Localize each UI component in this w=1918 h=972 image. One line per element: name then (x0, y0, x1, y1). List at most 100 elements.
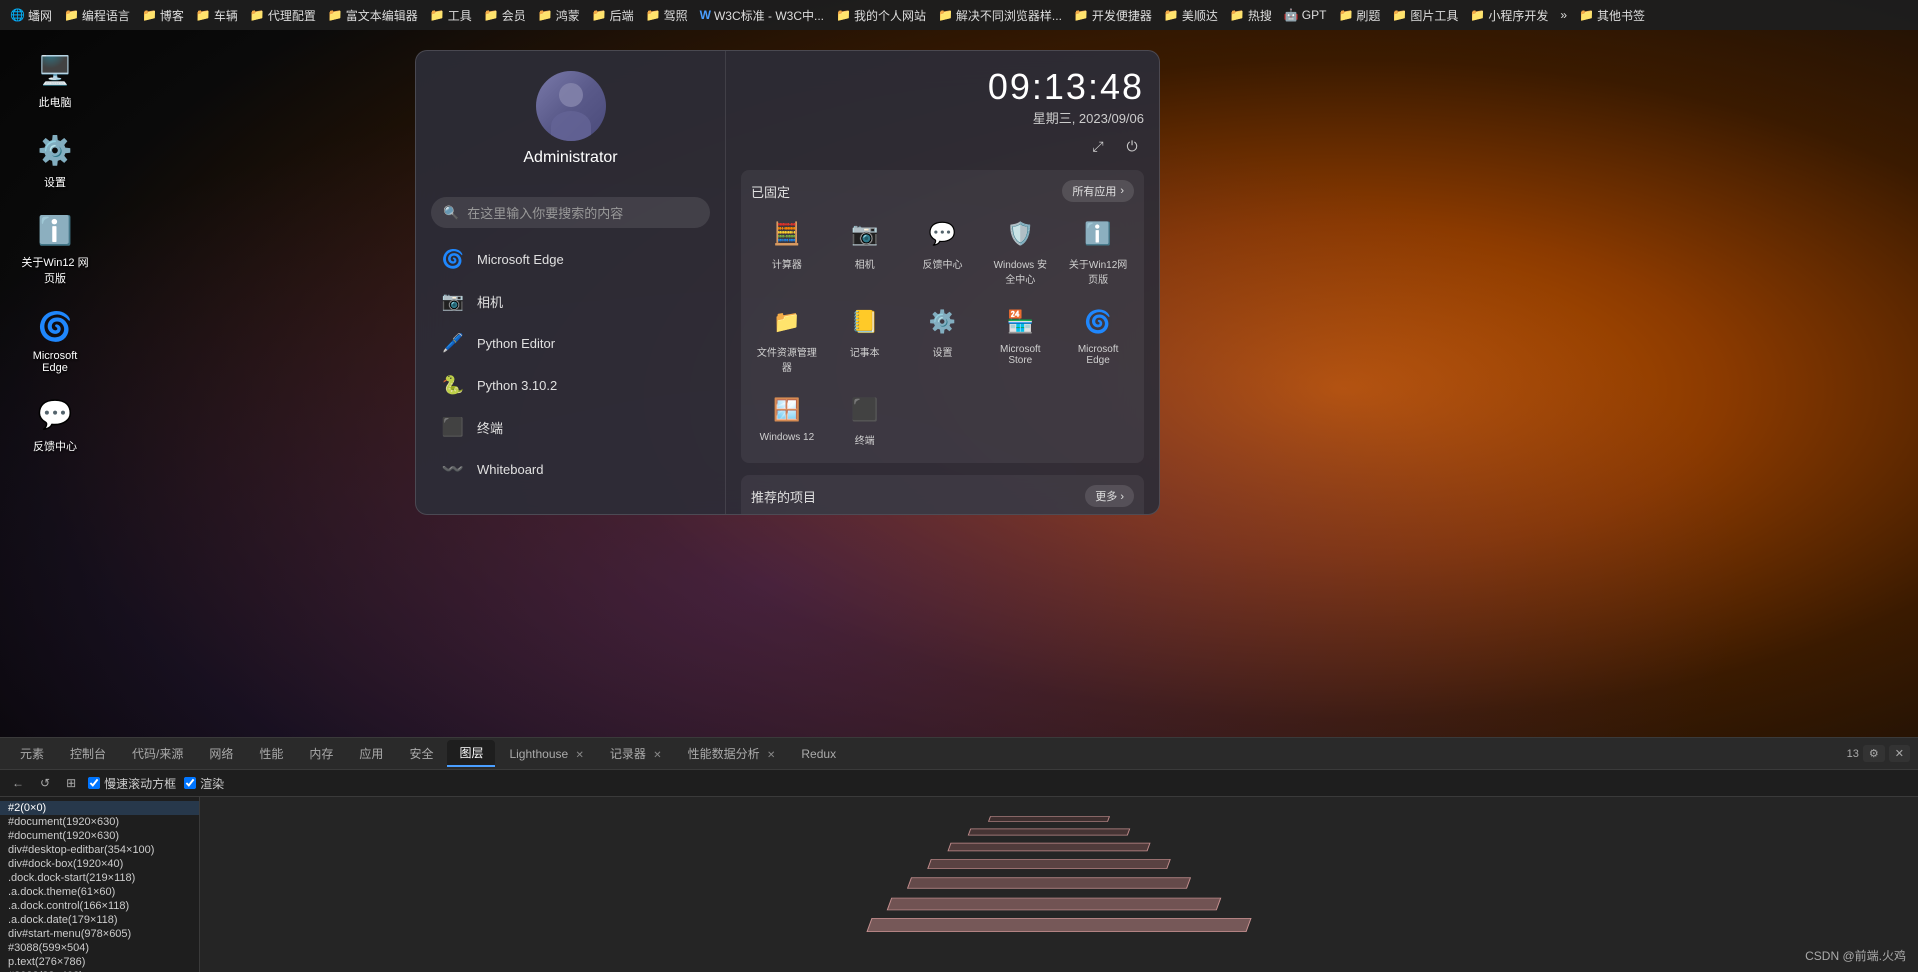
taskbar-top-item-20[interactable]: 📁小程序开发 (1466, 7, 1552, 24)
tree-item-11[interactable]: p.text(276×786) (0, 955, 199, 969)
tree-item-5[interactable]: .dock.dock-start(219×118) (0, 871, 199, 885)
devtools-settings-icon[interactable]: ⚙ (1863, 745, 1885, 762)
taskbar-top-item-4[interactable]: 📁代理配置 (246, 7, 320, 24)
tree-item-3[interactable]: div#desktop-editbar(354×100) (0, 843, 199, 857)
tree-item-8[interactable]: .a.dock.date(179×118) (0, 913, 199, 927)
app-label-1: 相机 (477, 292, 503, 311)
app-item-3[interactable]: 🐍 Python 3.10.2 (431, 364, 710, 406)
pinned-icon-5: 📁 (769, 304, 805, 340)
taskbar-top-item-22[interactable]: 📁其他书签 (1575, 7, 1649, 24)
tree-item-6[interactable]: .a.dock.theme(61×60) (0, 885, 199, 899)
expand-icon[interactable]: ⤢ (1086, 134, 1110, 158)
taskbar-top-item-9[interactable]: 📁后端 (588, 7, 638, 24)
pinned-item-11[interactable]: ⬛ 终端 (829, 386, 901, 453)
pinned-item-5[interactable]: 📁 文件资源管理 器 (751, 298, 823, 380)
pinned-item-8[interactable]: 🏪 Microsoft Store (984, 298, 1056, 380)
taskbar-top-item-21[interactable]: » (1556, 8, 1571, 22)
tree-item-4[interactable]: div#dock-box(1920×40) (0, 857, 199, 871)
app-item-5[interactable]: 〰️ Whiteboard (431, 448, 710, 490)
devtools-tab-应用[interactable]: 应用 (347, 741, 395, 766)
devtools-tab-图层[interactable]: 图层 (447, 740, 495, 767)
pinned-label-5: 文件资源管理 器 (755, 344, 819, 374)
tab-close-icon[interactable]: ✕ (576, 750, 584, 761)
desktop-icon-2[interactable]: ℹ️ 关于Win12 网页版 (20, 210, 90, 286)
devtools-content: #2(0×0)#document(1920×630)#document(1920… (0, 797, 1918, 972)
taskbar-top-item-18[interactable]: 📁刷题 (1334, 7, 1384, 24)
devtools-tab-记录器[interactable]: 记录器 ✕ (598, 741, 674, 766)
devtools-tab-网络[interactable]: 网络 (197, 741, 245, 766)
pinned-item-10[interactable]: 🪟 Windows 12 (751, 386, 823, 453)
arrow-icon[interactable]: ← (8, 774, 28, 792)
slow-scroll-checkbox[interactable]: 慢速滚动方框 (88, 775, 176, 792)
app-item-2[interactable]: 🖊️ Python Editor (431, 322, 710, 364)
devtools-tab-安全[interactable]: 安全 (397, 741, 445, 766)
devtools-tab-代码/来源[interactable]: 代码/来源 (120, 741, 195, 766)
taskbar-top-item-3[interactable]: 📁车辆 (192, 7, 242, 24)
pinned-icon-1: 📷 (847, 216, 883, 252)
desktop-icon-img-4: 💬 (35, 394, 75, 434)
devtools-close-icon[interactable]: ✕ (1889, 745, 1910, 762)
user-area: Administrator (431, 71, 710, 182)
tree-item-9[interactable]: div#start-menu(978×605) (0, 927, 199, 941)
taskbar-top-item-6[interactable]: 📁工具 (426, 7, 476, 24)
taskbar-top-item-17[interactable]: 🤖GPT (1280, 8, 1331, 22)
desktop-icon-4[interactable]: 💬 反馈中心 (20, 394, 90, 454)
pinned-item-9[interactable]: 🌀 Microsoft Edge (1062, 298, 1134, 380)
all-apps-button[interactable]: 所有应用 › (1062, 180, 1134, 202)
taskbar-top-item-10[interactable]: 📁驾照 (642, 7, 692, 24)
taskbar-top-item-2[interactable]: 📁博客 (138, 7, 188, 24)
devtools-tab-redux[interactable]: Redux (789, 743, 848, 765)
devtools-tab-控制台[interactable]: 控制台 (58, 741, 118, 766)
taskbar-top-item-0[interactable]: 🌐蟠网 (6, 7, 56, 24)
taskbar-top-item-12[interactable]: 📁我的个人网站 (832, 7, 930, 24)
tab-close-icon[interactable]: ✕ (653, 750, 661, 761)
taskbar-top-item-16[interactable]: 📁热搜 (1226, 7, 1276, 24)
tree-item-2[interactable]: #document(1920×630) (0, 829, 199, 843)
taskbar-top-item-1[interactable]: 📁编程语言 (60, 7, 134, 24)
tab-close-icon[interactable]: ✕ (767, 750, 775, 761)
app-item-4[interactable]: ⬛ 终端 (431, 406, 710, 448)
app-item-0[interactable]: 🌀 Microsoft Edge (431, 238, 710, 280)
devtools-tab-lighthouse[interactable]: Lighthouse ✕ (497, 743, 595, 765)
devtools-tab-元素[interactable]: 元素 (8, 741, 56, 766)
pinned-icon-6: 📒 (847, 304, 883, 340)
devtools-tab-性能[interactable]: 性能 (247, 741, 295, 766)
tb-icon-16: 📁 (1230, 8, 1245, 22)
user-avatar[interactable] (536, 71, 606, 141)
app-icon-3: 🐍 (439, 371, 467, 399)
pinned-item-7[interactable]: ⚙️ 设置 (907, 298, 979, 380)
taskbar-top-item-5[interactable]: 📁富文本编辑器 (324, 7, 422, 24)
pinned-item-2[interactable]: 💬 反馈中心 (907, 210, 979, 292)
tree-item-10[interactable]: #3088(599×504) (0, 941, 199, 955)
desktop-icon-1[interactable]: ⚙️ 设置 (20, 130, 90, 190)
desktop-icon-0[interactable]: 🖥️ 此电脑 (20, 50, 90, 110)
more-button[interactable]: 更多 › (1085, 485, 1134, 507)
taskbar-top-item-8[interactable]: 📁鸿蒙 (534, 7, 584, 24)
desktop-icon-3[interactable]: 🌀 Microsoft Edge (20, 306, 90, 374)
desktop-icon-label-3: Microsoft Edge (20, 350, 90, 374)
tree-item-7[interactable]: .a.dock.control(166×118) (0, 899, 199, 913)
pinned-item-4[interactable]: ℹ️ 关于Win12网 页版 (1062, 210, 1134, 292)
search-box[interactable]: 🔍 在这里输入你要搜索的内容 (431, 197, 710, 228)
app-item-1[interactable]: 📷 相机 (431, 280, 710, 322)
app-item-6[interactable]: 🛡️ Windows 安全中心 (431, 490, 710, 494)
taskbar-top-item-14[interactable]: 📁开发便捷器 (1070, 7, 1156, 24)
pinned-item-3[interactable]: 🛡️ Windows 安 全中心 (984, 210, 1056, 292)
power-icon[interactable]: ⏻ (1120, 134, 1144, 158)
taskbar-top-item-7[interactable]: 📁会员 (480, 7, 530, 24)
tree-item-1[interactable]: #document(1920×630) (0, 815, 199, 829)
taskbar-top-item-15[interactable]: 📁美顺达 (1160, 7, 1222, 24)
refresh-icon[interactable]: ↺ (36, 774, 54, 792)
tree-item-0[interactable]: #2(0×0) (0, 801, 199, 815)
devtools-tab-内存[interactable]: 内存 (297, 741, 345, 766)
devtools-tab-性能数据分析[interactable]: 性能数据分析 ✕ (676, 741, 788, 766)
taskbar-top-item-19[interactable]: 📁图片工具 (1388, 7, 1462, 24)
taskbar-top-item-11[interactable]: WW3C标准 - W3C中... (696, 7, 828, 24)
pinned-item-6[interactable]: 📒 记事本 (829, 298, 901, 380)
tb-icon-3: 📁 (196, 8, 211, 22)
render-checkbox[interactable]: 渲染 (184, 775, 224, 792)
pinned-item-0[interactable]: 🧮 计算器 (751, 210, 823, 292)
taskbar-top-item-13[interactable]: 📁解决不同浏览器样... (934, 7, 1066, 24)
pinned-item-1[interactable]: 📷 相机 (829, 210, 901, 292)
resize-icon[interactable]: ⊞ (62, 774, 80, 792)
